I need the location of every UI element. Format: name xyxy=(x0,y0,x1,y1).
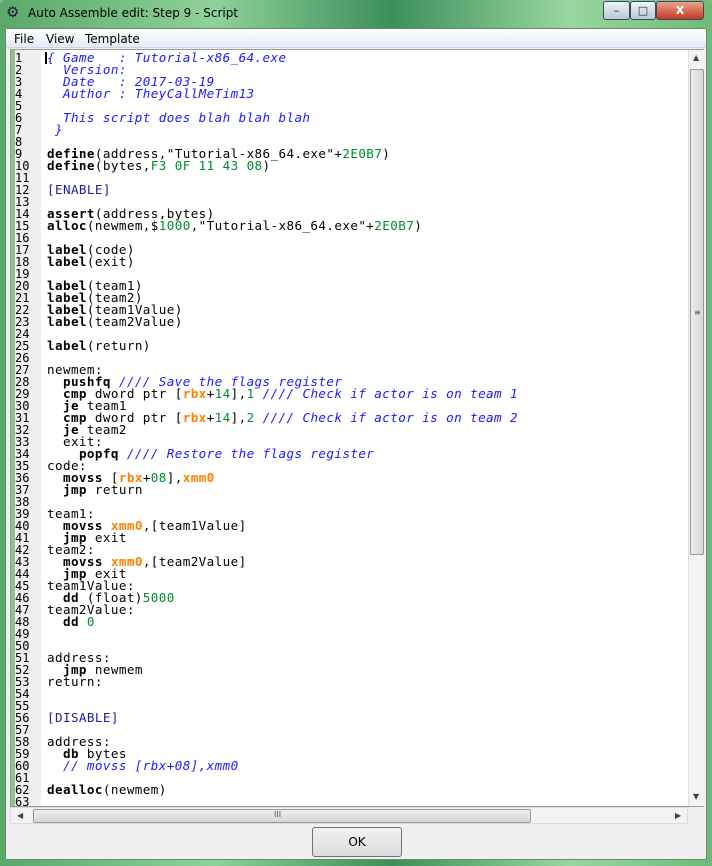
code-token: ) xyxy=(262,158,271,173)
dialog-client: File View Template 1{ Game : Tutorial-x8… xyxy=(5,28,707,860)
code-token: ], xyxy=(230,386,247,401)
code-token: 08 xyxy=(150,470,167,485)
code-token: ], xyxy=(230,410,247,425)
code-token: //// Check if actor is on team 1 xyxy=(262,386,518,401)
code-token: dealloc xyxy=(47,782,103,797)
code-line: [ENABLE] xyxy=(47,182,111,197)
code-token: jmp xyxy=(62,482,87,497)
code-token: 2E0B7 xyxy=(342,146,383,161)
code-token: // movss [rbx+08],xmm0 xyxy=(62,758,239,773)
code-token: //// Restore the flags register xyxy=(126,446,375,461)
code-token: //// Check if actor is on team 2 xyxy=(262,410,518,425)
maximize-button[interactable]: □ xyxy=(630,1,656,20)
code-line: dd 0 xyxy=(47,614,95,629)
code-token: 1 xyxy=(246,386,255,401)
minimize-button[interactable]: – xyxy=(603,1,630,20)
title-bar[interactable]: ⚙ Auto Assemble edit: Step 9 - Script – … xyxy=(0,0,712,26)
code-token: rbx xyxy=(182,386,207,401)
code-token: ) xyxy=(414,218,423,233)
code-token: + xyxy=(142,470,151,485)
code-token: Author : TheyCallMeTim13 xyxy=(47,86,255,101)
code-token: label xyxy=(47,254,87,269)
scroll-up-icon[interactable]: ▲ xyxy=(693,53,699,62)
code-token: return xyxy=(86,482,143,497)
menu-file[interactable]: File xyxy=(14,32,34,46)
horizontal-scroll-thumb[interactable]: III xyxy=(33,809,531,823)
code-line: jmp return xyxy=(47,482,143,497)
code-token: 0 xyxy=(86,614,95,629)
code-line: return: xyxy=(47,674,103,689)
code-line: label(exit) xyxy=(47,254,135,269)
code-token: ,[team1Value] xyxy=(142,518,247,533)
code-token: (newmem) xyxy=(102,782,167,797)
code-token: rbx xyxy=(182,410,207,425)
code-token: 2E0B7 xyxy=(374,218,415,233)
code-token: 14 xyxy=(214,410,231,425)
grip-icon: III xyxy=(274,810,282,819)
horizontal-scrollbar[interactable]: ◀ III ▶ xyxy=(10,807,688,824)
scroll-down-icon[interactable]: ▼ xyxy=(693,792,699,801)
window: ⚙ Auto Assemble edit: Step 9 - Script – … xyxy=(0,0,712,866)
code-token: ,"Tutorial-x86_64.exe"+ xyxy=(190,218,375,233)
code-line: Author : TheyCallMeTim13 xyxy=(47,86,255,101)
code-token: label xyxy=(47,338,87,353)
code-line: alloc(newmem,$1000,"Tutorial-x86_64.exe"… xyxy=(47,218,423,233)
code-token: + xyxy=(206,410,215,425)
menu-template[interactable]: Template xyxy=(85,32,140,46)
window-title: Auto Assemble edit: Step 9 - Script xyxy=(28,6,239,20)
code-token: (return) xyxy=(86,338,151,353)
scroll-left-icon[interactable]: ◀ xyxy=(17,811,23,820)
code-line: // movss [rbx+08],xmm0 xyxy=(47,758,239,773)
menu-bar: File View Template xyxy=(6,29,706,48)
code-token: dd xyxy=(62,614,79,629)
code-line: dealloc(newmem) xyxy=(47,782,167,797)
code-line: This script does blah blah blah xyxy=(47,110,311,125)
cheat-engine-icon: ⚙ xyxy=(6,3,20,21)
code-token: (exit) xyxy=(86,254,135,269)
code-token: (newmem,$ xyxy=(86,218,159,233)
code-token: alloc xyxy=(47,218,87,233)
code-token: [ENABLE] xyxy=(47,182,111,197)
code-token: define xyxy=(47,158,95,173)
code-token: return: xyxy=(47,674,103,689)
code-token: xmm0 xyxy=(182,470,215,485)
code-token: + xyxy=(206,386,215,401)
code-line: label(team2Value) xyxy=(47,314,183,329)
code-token: [DISABLE] xyxy=(47,710,119,725)
code-token: (bytes, xyxy=(94,158,151,173)
code-token: 2 xyxy=(246,410,255,425)
code-line: label(return) xyxy=(47,338,151,353)
code-line: define(bytes,F3 0F 11 43 08) xyxy=(47,158,271,173)
code-token: F3 0F 11 43 08 xyxy=(150,158,263,173)
code-token: ], xyxy=(166,470,183,485)
ok-button[interactable]: OK xyxy=(312,827,402,857)
code-line: } xyxy=(47,122,63,137)
code-token: (team2Value) xyxy=(86,314,183,329)
script-editor[interactable]: 1{ Game : Tutorial-x86_64.exe 2 Version: 3… xyxy=(10,49,704,808)
code-token: 14 xyxy=(214,386,231,401)
vertical-scrollbar[interactable]: ▲ ≡ ▼ xyxy=(688,50,704,806)
code-token: label xyxy=(47,314,87,329)
menu-view[interactable]: View xyxy=(46,32,74,46)
code-token: } xyxy=(47,122,63,137)
code-token: 1000 xyxy=(158,218,191,233)
vertical-scroll-thumb[interactable]: ≡ xyxy=(690,69,704,555)
code-line: [DISABLE] xyxy=(47,710,119,725)
grip-icon: ≡ xyxy=(694,308,701,317)
code-line: popfq //// Restore the flags register xyxy=(47,446,375,461)
close-button[interactable]: X xyxy=(656,1,704,20)
code-token: 5000 xyxy=(142,590,175,605)
code-token: ,[team2Value] xyxy=(142,554,247,569)
code-token: ) xyxy=(382,146,391,161)
code-token: This script does blah blah blah xyxy=(47,110,311,125)
scroll-right-icon[interactable]: ▶ xyxy=(675,811,681,820)
